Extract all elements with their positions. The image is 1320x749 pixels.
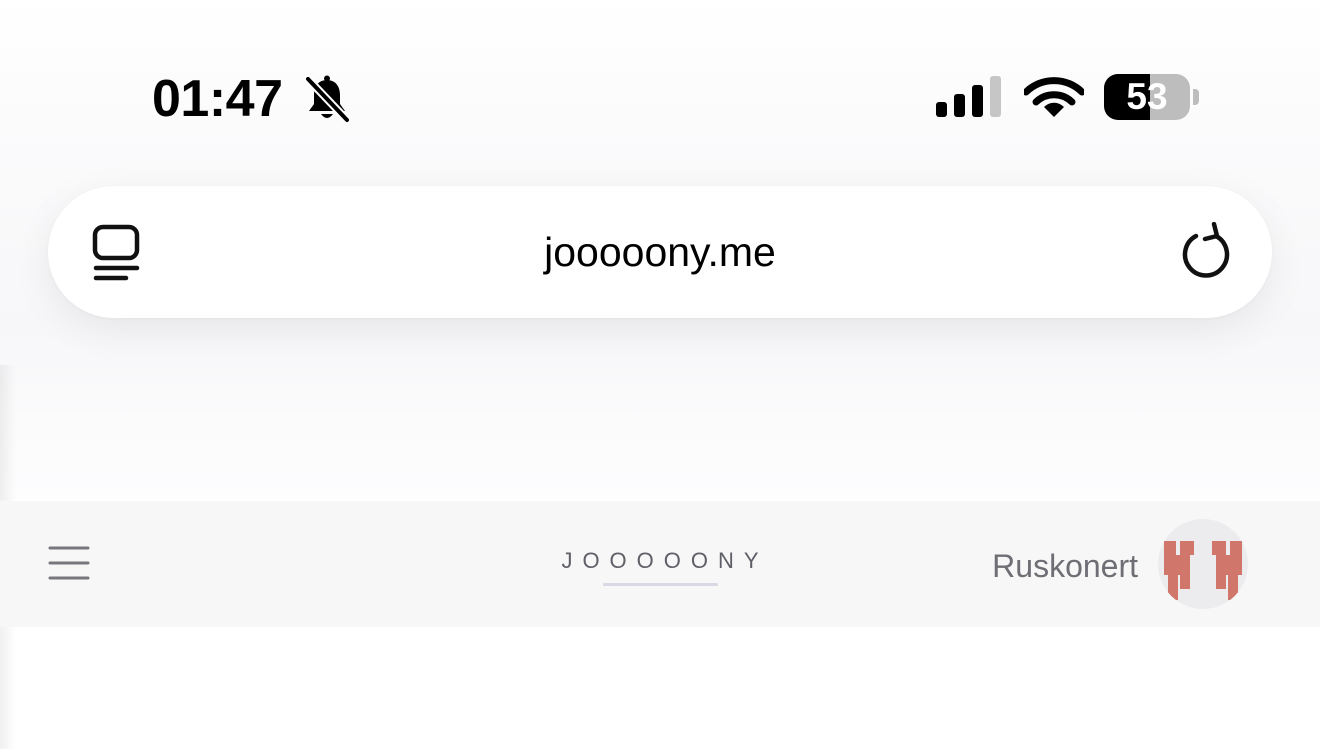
reader-view-icon[interactable]: [90, 224, 144, 282]
site-logo[interactable]: JOOOOONY: [480, 545, 840, 577]
avatar[interactable]: [1158, 519, 1248, 609]
username-label[interactable]: Ruskonert: [900, 545, 1138, 587]
battery-percentage: 53: [1126, 76, 1168, 117]
status-time: 01:47: [152, 70, 283, 128]
site-header: JOOOOONY Ruskonert: [0, 501, 1320, 627]
cellular-signal-icon: [936, 76, 1001, 117]
url-text[interactable]: jooooony.me: [248, 228, 1072, 276]
wifi-icon: [1024, 77, 1084, 117]
hamburger-menu-icon[interactable]: [48, 545, 90, 581]
bell-slash-icon: [304, 75, 350, 124]
address-bar[interactable]: jooooony.me: [48, 186, 1272, 318]
battery-cap: [1193, 89, 1199, 105]
battery-indicator: 53: [1104, 74, 1202, 120]
logo-underline: [603, 583, 718, 586]
reload-icon[interactable]: [1178, 222, 1234, 282]
identicon-image: [1164, 541, 1242, 600]
battery-body: 53: [1104, 74, 1190, 120]
